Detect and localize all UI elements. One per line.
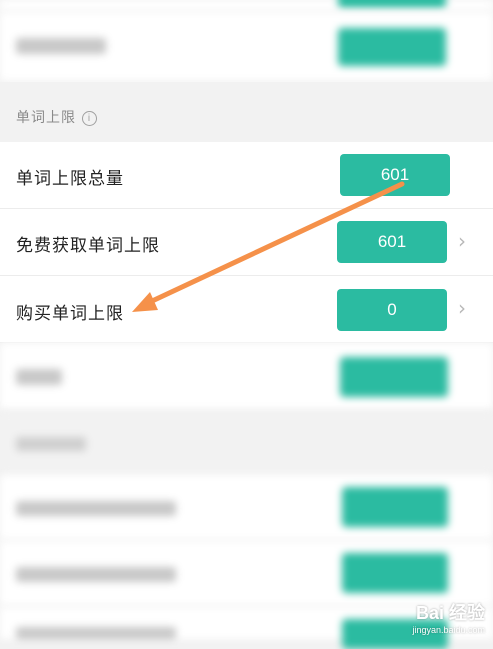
blurred-label — [16, 38, 106, 54]
blurred-row-top — [0, 0, 493, 12]
info-circle-icon[interactable]: i — [82, 111, 97, 126]
blurred-label — [16, 567, 176, 582]
watermark-brand: Bai 经验 — [415, 603, 485, 623]
blurred-pill — [338, 28, 446, 66]
blurred-row-1 — [0, 12, 493, 82]
chevron-right-icon: › — [458, 296, 466, 320]
blurred-pill — [342, 487, 448, 527]
row-bought-word-limit[interactable]: 购买单词上限 0 › — [0, 276, 493, 343]
blurred-label — [16, 501, 176, 516]
blurred-pill — [340, 357, 448, 397]
free-limit-label: 免费获取单词上限 — [16, 236, 160, 256]
blurred-row-3 — [0, 475, 493, 541]
section-header-word-limit: 单词上限 i — [0, 82, 493, 142]
section-title-text: 单词上限 — [16, 110, 76, 126]
bought-limit-value: 0 — [337, 289, 447, 331]
blurred-pill — [342, 553, 448, 593]
chevron-right-icon: › — [458, 229, 466, 253]
blurred-row-4 — [0, 541, 493, 607]
watermark-site: jingyan.baidu.com — [412, 625, 485, 635]
bought-limit-label: 购买单词上限 — [16, 304, 124, 324]
blurred-row-2 — [0, 343, 493, 411]
blurred-pill — [338, 0, 446, 8]
watermark: Bai 经验 jingyan.baidu.com — [412, 599, 485, 635]
total-limit-value: 601 — [340, 154, 450, 196]
section-title: 单词上限 i — [16, 107, 97, 127]
row-free-word-limit[interactable]: 免费获取单词上限 601 › — [0, 209, 493, 276]
row-total-word-limit: 单词上限总量 601 — [0, 142, 493, 209]
free-limit-value: 601 — [337, 221, 447, 263]
total-limit-label: 单词上限总量 — [16, 169, 124, 189]
blurred-label — [16, 627, 176, 639]
blurred-section-header — [0, 411, 493, 475]
blurred-label — [16, 369, 62, 385]
blurred-section-title — [16, 437, 86, 451]
